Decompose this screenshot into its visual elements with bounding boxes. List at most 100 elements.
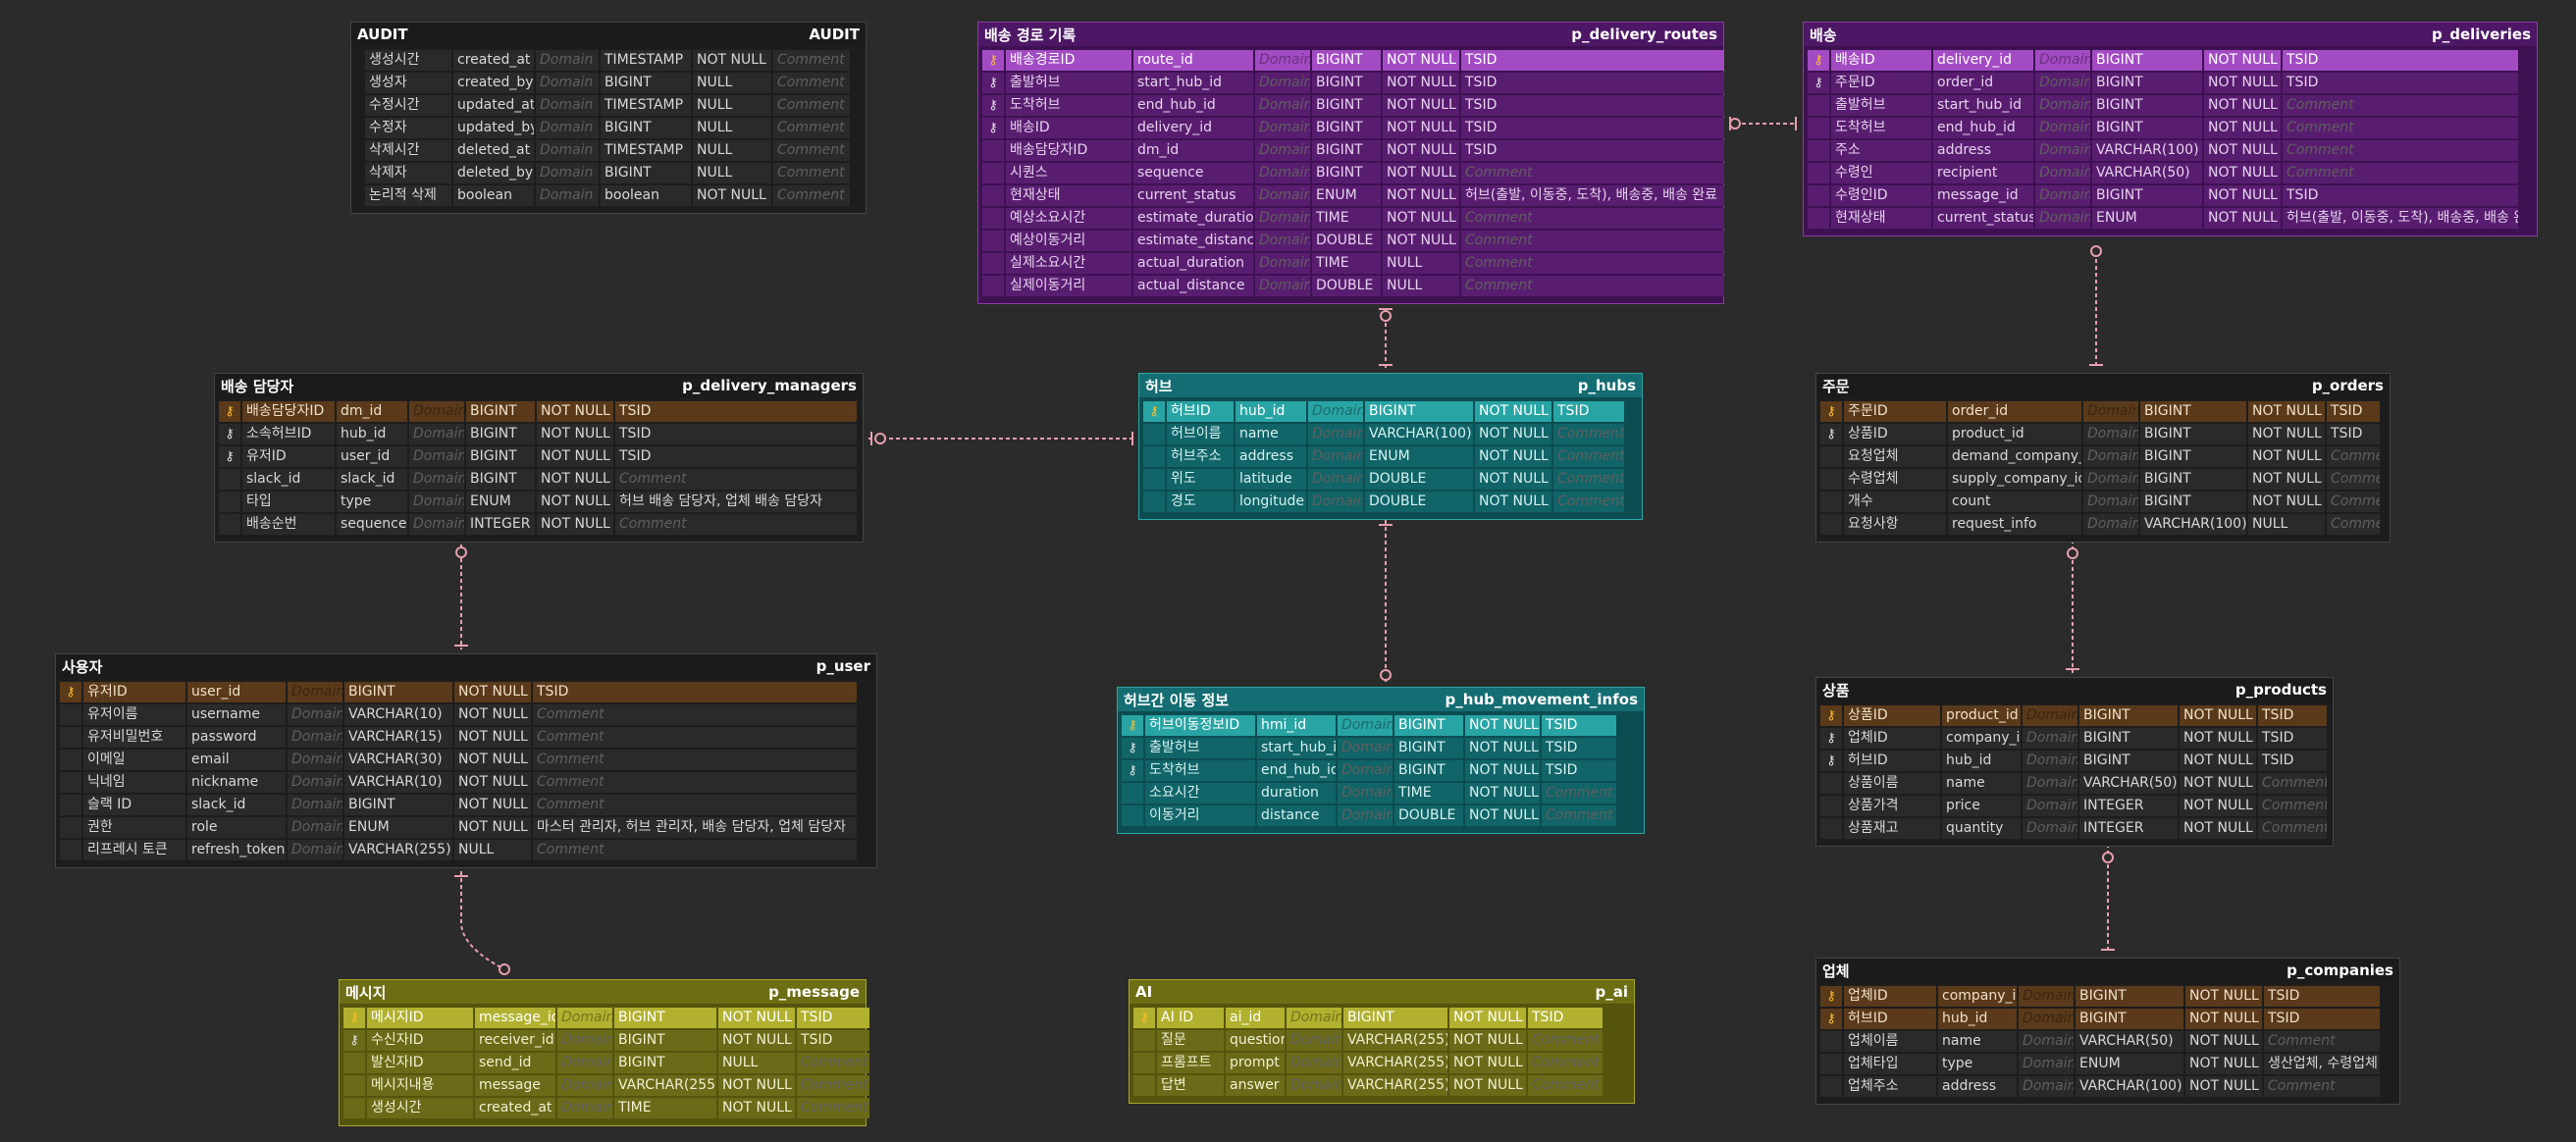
column-row[interactable]: 출발허브 start_hub_id Domain BIGINT NOT NULL Comm… [1808,94,2533,117]
column-row[interactable]: 논리적 삭제 boolean Domain boolean NOT NULL Commen… [355,184,862,207]
column-row[interactable]: 유저비밀번호 password Domain VARCHAR(15) NOT NULL C… [60,726,872,749]
column-row[interactable]: ⚷ 유저ID user_id Domain BIGINT NOT NULL TSID [60,681,872,703]
column-row[interactable]: 발신자ID send_id Domain BIGINT NULL Comment [343,1052,869,1074]
table-deliveries[interactable]: 배송 p_deliveries ⚷ 배송ID delivery_id Domain BIGI… [1803,22,2538,236]
column-row[interactable]: 배송담당자ID dm_id Domain BIGINT NOT NULL TSID [982,139,1724,162]
column-row[interactable]: ⚷ 메시지ID message_id Domain BIGINT NOT NULL TSID [343,1007,869,1029]
column-row[interactable]: 상품이름 name Domain VARCHAR(50) NOT NULL Comment [1820,772,2329,795]
column-row[interactable]: 상품재고 quantity Domain INTEGER NOT NULL Comment [1820,817,2329,840]
column-row[interactable]: 허브이름 name Domain VARCHAR(100) NOT NULL Commen… [1143,423,1638,445]
column-row[interactable]: 수령인 recipient Domain VARCHAR(50) NOT NULL Com… [1808,162,2533,184]
column-row[interactable]: ⚷ 유저ID user_id Domain BIGINT NOT NULL TSID [219,445,859,468]
column-row[interactable]: 수정자 updated_by Domain BIGINT NULL Comment [355,117,862,139]
column-row[interactable]: 프롬프트 prompt Domain VARCHAR(255) NOT NULL Comm… [1133,1052,1630,1074]
column-row[interactable]: 예상이동거리 estimate_distance Domain DOUBLE NOT N… [982,230,1724,252]
column-row[interactable]: ⚷ 배송경로ID route_id Domain BIGINT NOT NULL TSID [982,49,1724,72]
column-row[interactable]: 허브주소 address Domain ENUM NOT NULL Comment [1143,445,1638,468]
table-delivery-routes[interactable]: 배송 경로 기록 p_delivery_routes ⚷ 배송경로ID route_id… [977,22,1724,304]
column-row[interactable]: ⚷ 주문ID order_id Domain BIGINT NOT NULL TSID [1820,400,2386,423]
column-row[interactable]: 타입 type Domain ENUM NOT NULL 허브 배송 담당자, 업체 배송… [219,491,859,513]
column-row[interactable]: 시퀀스 sequence Domain BIGINT NOT NULL Comment [982,162,1724,184]
table-orders[interactable]: 주문 p_orders ⚷ 주문ID order_id Domain BIGINT NOT N… [1815,373,2391,543]
column-row[interactable]: 질문 question Domain VARCHAR(255) NOT NULL Comm… [1133,1029,1630,1052]
table-header[interactable]: 업체 p_companies [1816,959,2399,982]
table-header[interactable]: AUDIT AUDIT [351,23,866,46]
column-row[interactable]: 요청업체demand_company_idDomainBIGINTNOT NUL… [1820,445,2386,468]
table-header[interactable]: 배송 p_deliveries [1804,23,2537,46]
column-row[interactable]: ⚷ 주문ID order_id Domain BIGINT NOT NULL TSID [1808,72,2533,94]
table-header[interactable]: 배송 경로 기록 p_delivery_routes [978,23,1723,46]
column-row[interactable]: ⚷ 배송ID delivery_id Domain BIGINT NOT NULL TSID [1808,49,2533,72]
column-row[interactable]: ⚷ 배송담당자ID dm_id Domain BIGINT NOT NULL TSID [219,400,859,423]
column-row[interactable]: ⚷ 배송ID delivery_id Domain BIGINT NOT NULL TSID [982,117,1724,139]
column-row[interactable]: 생성자 created_by Domain BIGINT NULL Comment [355,72,862,94]
column-row[interactable]: 위도 latitude Domain DOUBLE NOT NULL Comment [1143,468,1638,491]
column-row[interactable]: ⚷ AI ID ai_id Domain BIGINT NOT NULL TSID [1133,1007,1630,1029]
column-row[interactable]: 예상소요시간 estimate_duration Domain TIME NOT NUL… [982,207,1724,230]
column-row[interactable]: 답변 answer Domain VARCHAR(255) NOT NULL Commen… [1133,1074,1630,1097]
column-row[interactable]: 리프레시 토큰 refresh_token Domain VARCHAR(255) NU… [60,839,872,861]
column-row[interactable]: ⚷ 허브이동정보ID hmi_id Domain BIGINT NOT NULL TSID [1122,714,1640,737]
column-row[interactable]: 경도 longitude Domain DOUBLE NOT NULL Comment [1143,491,1638,513]
column-row[interactable]: 수령업체 supply_company_id Domain BIGINT NOT NUL… [1820,468,2386,491]
column-row[interactable]: 삭제시간 deleted_at Domain TIMESTAMP NULL Comment [355,139,862,162]
column-row[interactable]: 개수countDomainBIGINTNOT NULLComment [1820,491,2386,513]
table-header[interactable]: 허브 p_hubs [1139,374,1642,397]
column-row[interactable]: ⚷ 업체ID company_id Domain BIGINT NOT NULL TSID [1820,727,2329,750]
column-row[interactable]: 실제소요시간 actual_duration Domain TIME NULL Comme… [982,252,1724,275]
column-row[interactable]: 업체주소 address Domain VARCHAR(100) NOT NULL Com… [1820,1075,2395,1098]
column-row[interactable]: 생성시간 created_at Domain TIMESTAMP NOT NULL Com… [355,49,862,72]
column-row[interactable]: 유저이름 username Domain VARCHAR(10) NOT NULL Com… [60,703,872,726]
column-row[interactable]: 배송순번 sequence Domain INTEGER NOT NULL Comment [219,513,859,536]
column-row[interactable]: 현재상태 current_status Domain ENUM NOT NULL 허브(출… [1808,207,2533,230]
table-hubs[interactable]: 허브 p_hubs ⚷ 허브ID hub_id Domain BIGINT NOT NULL T… [1138,373,1643,520]
table-products[interactable]: 상품 p_products ⚷ 상품ID product_id Domain BIGINT N… [1815,677,2334,847]
column-row[interactable]: ⚷ 수신자ID receiver_id Domain BIGINT NOT NULL TSI… [343,1029,869,1052]
column-row[interactable]: ⚷ 출발허브start_hub_idDomainBIGINTNOT NULLTSI… [1122,737,1640,759]
column-row[interactable]: 수령인ID message_id Domain BIGINT NOT NULL TSID [1808,184,2533,207]
column-row[interactable]: ⚷ 허브ID hub_id Domain BIGINT NOT NULL TSID [1143,400,1638,423]
column-row[interactable]: 상품가격 price Domain INTEGER NOT NULL Comment [1820,795,2329,817]
column-row[interactable]: 업체이름 name Domain VARCHAR(50) NOT NULL Comment [1820,1030,2395,1053]
column-row[interactable]: ⚷ 상품ID product_id Domain BIGINT NOT NULL TSID [1820,704,2329,727]
column-row[interactable]: 메시지내용 message Domain VARCHAR(255) NOT NULL Co… [343,1074,869,1097]
table-hub-movement-infos[interactable]: 허브간 이동 정보 p_hub_movement_infos ⚷ 허브이동정보ID hm… [1117,687,1645,834]
column-row[interactable]: 슬랙 ID slack_id Domain BIGINT NOT NULL Comment [60,794,872,816]
column-row[interactable]: 현재상태 current_status Domain ENUM NOT NULL 허브(출… [982,184,1724,207]
table-header[interactable]: AI p_ai [1130,980,1634,1004]
column-row[interactable]: 소요시간 duration Domain TIME NOT NULL Comment [1122,782,1640,805]
column-row[interactable]: ⚷ 출발허브start_hub_idDomainBIGINTNOT NULLTSI… [982,72,1724,94]
column-row[interactable]: 요청사항 request_info Domain VARCHAR(100) NULL Co… [1820,513,2386,536]
table-delivery-managers[interactable]: 배송 담당자 p_delivery_managers ⚷ 배송담당자ID dm_id Do… [214,373,864,543]
column-row[interactable]: 권한 role Domain ENUM NOT NULL 마스터 관리자, 허브 관리자,… [60,816,872,839]
table-message[interactable]: 메시지 p_message ⚷ 메시지ID message_id Domain BIGINT… [339,979,869,1126]
column-row[interactable]: 업체타입 type Domain ENUM NOT NULL 생산업체, 수령업체 [1820,1053,2395,1075]
table-audit[interactable]: AUDIT AUDIT 생성시간 created_at Domain TIMESTAMP N… [350,22,867,214]
column-row[interactable]: 주소 address Domain VARCHAR(100) NOT NULL Comme… [1808,139,2533,162]
column-row[interactable]: ⚷ 허브ID hub_id Domain BIGINT NOT NULL TSID [1820,750,2329,772]
table-header[interactable]: 허브간 이동 정보 p_hub_movement_infos [1118,688,1644,711]
column-row[interactable]: ⚷ 소속허브ID hub_id Domain BIGINT NOT NULL TSID [219,423,859,445]
column-row[interactable]: ⚷ 상품ID product_id Domain BIGINT NOT NULL TSID [1820,423,2386,445]
column-row[interactable]: ⚷ 도착허브 end_hub_id Domain BIGINT NOT NULL TSID [1122,759,1640,782]
table-header[interactable]: 메시지 p_message [340,980,866,1004]
column-row[interactable]: 이메일 email Domain VARCHAR(30) NOT NULL Comment [60,749,872,771]
column-row[interactable]: ⚷ 허브ID hub_id Domain BIGINT NOT NULL TSID [1820,1008,2395,1030]
column-row[interactable]: 수정시간 updated_at Domain TIMESTAMP NULL Comment [355,94,862,117]
column-row[interactable]: 이동거리 distance Domain DOUBLE NOT NULL Comment [1122,805,1640,827]
table-ai[interactable]: AI p_ai ⚷ AI ID ai_id Domain BIGINT NOT NULL TSI… [1129,979,1635,1104]
column-row[interactable]: ⚷ 도착허브 end_hub_id Domain BIGINT NOT NULL TSID [982,94,1724,117]
column-row[interactable]: 실제이동거리 actual_distance Domain DOUBLE NULL Com… [982,275,1724,297]
table-header[interactable]: 주문 p_orders [1816,374,2390,397]
table-header[interactable]: 상품 p_products [1816,678,2333,701]
table-header[interactable]: 배송 담당자 p_delivery_managers [215,374,863,397]
table-header[interactable]: 사용자 p_user [56,654,876,678]
column-row[interactable]: 닉네임 nickname Domain VARCHAR(10) NOT NULL Comm… [60,771,872,794]
table-companies[interactable]: 업체 p_companies ⚷ 업체ID company_id Domain BIGINT… [1815,958,2400,1105]
column-row[interactable]: 도착허브 end_hub_id Domain BIGINT NOT NULL Commen… [1808,117,2533,139]
column-row[interactable]: 생성시간 created_at Domain TIME NOT NULL Comment [343,1097,869,1119]
column-row[interactable]: 삭제자 deleted_by Domain BIGINT NULL Comment [355,162,862,184]
column-row[interactable]: ⚷ 업체ID company_id Domain BIGINT NOT NULL TSID [1820,985,2395,1008]
table-user[interactable]: 사용자 p_user ⚷ 유저ID user_id Domain BIGINT NOT NUL… [55,653,877,868]
column-row[interactable]: slack_id slack_id Domain BIGINT NOT NULL Comm… [219,468,859,491]
